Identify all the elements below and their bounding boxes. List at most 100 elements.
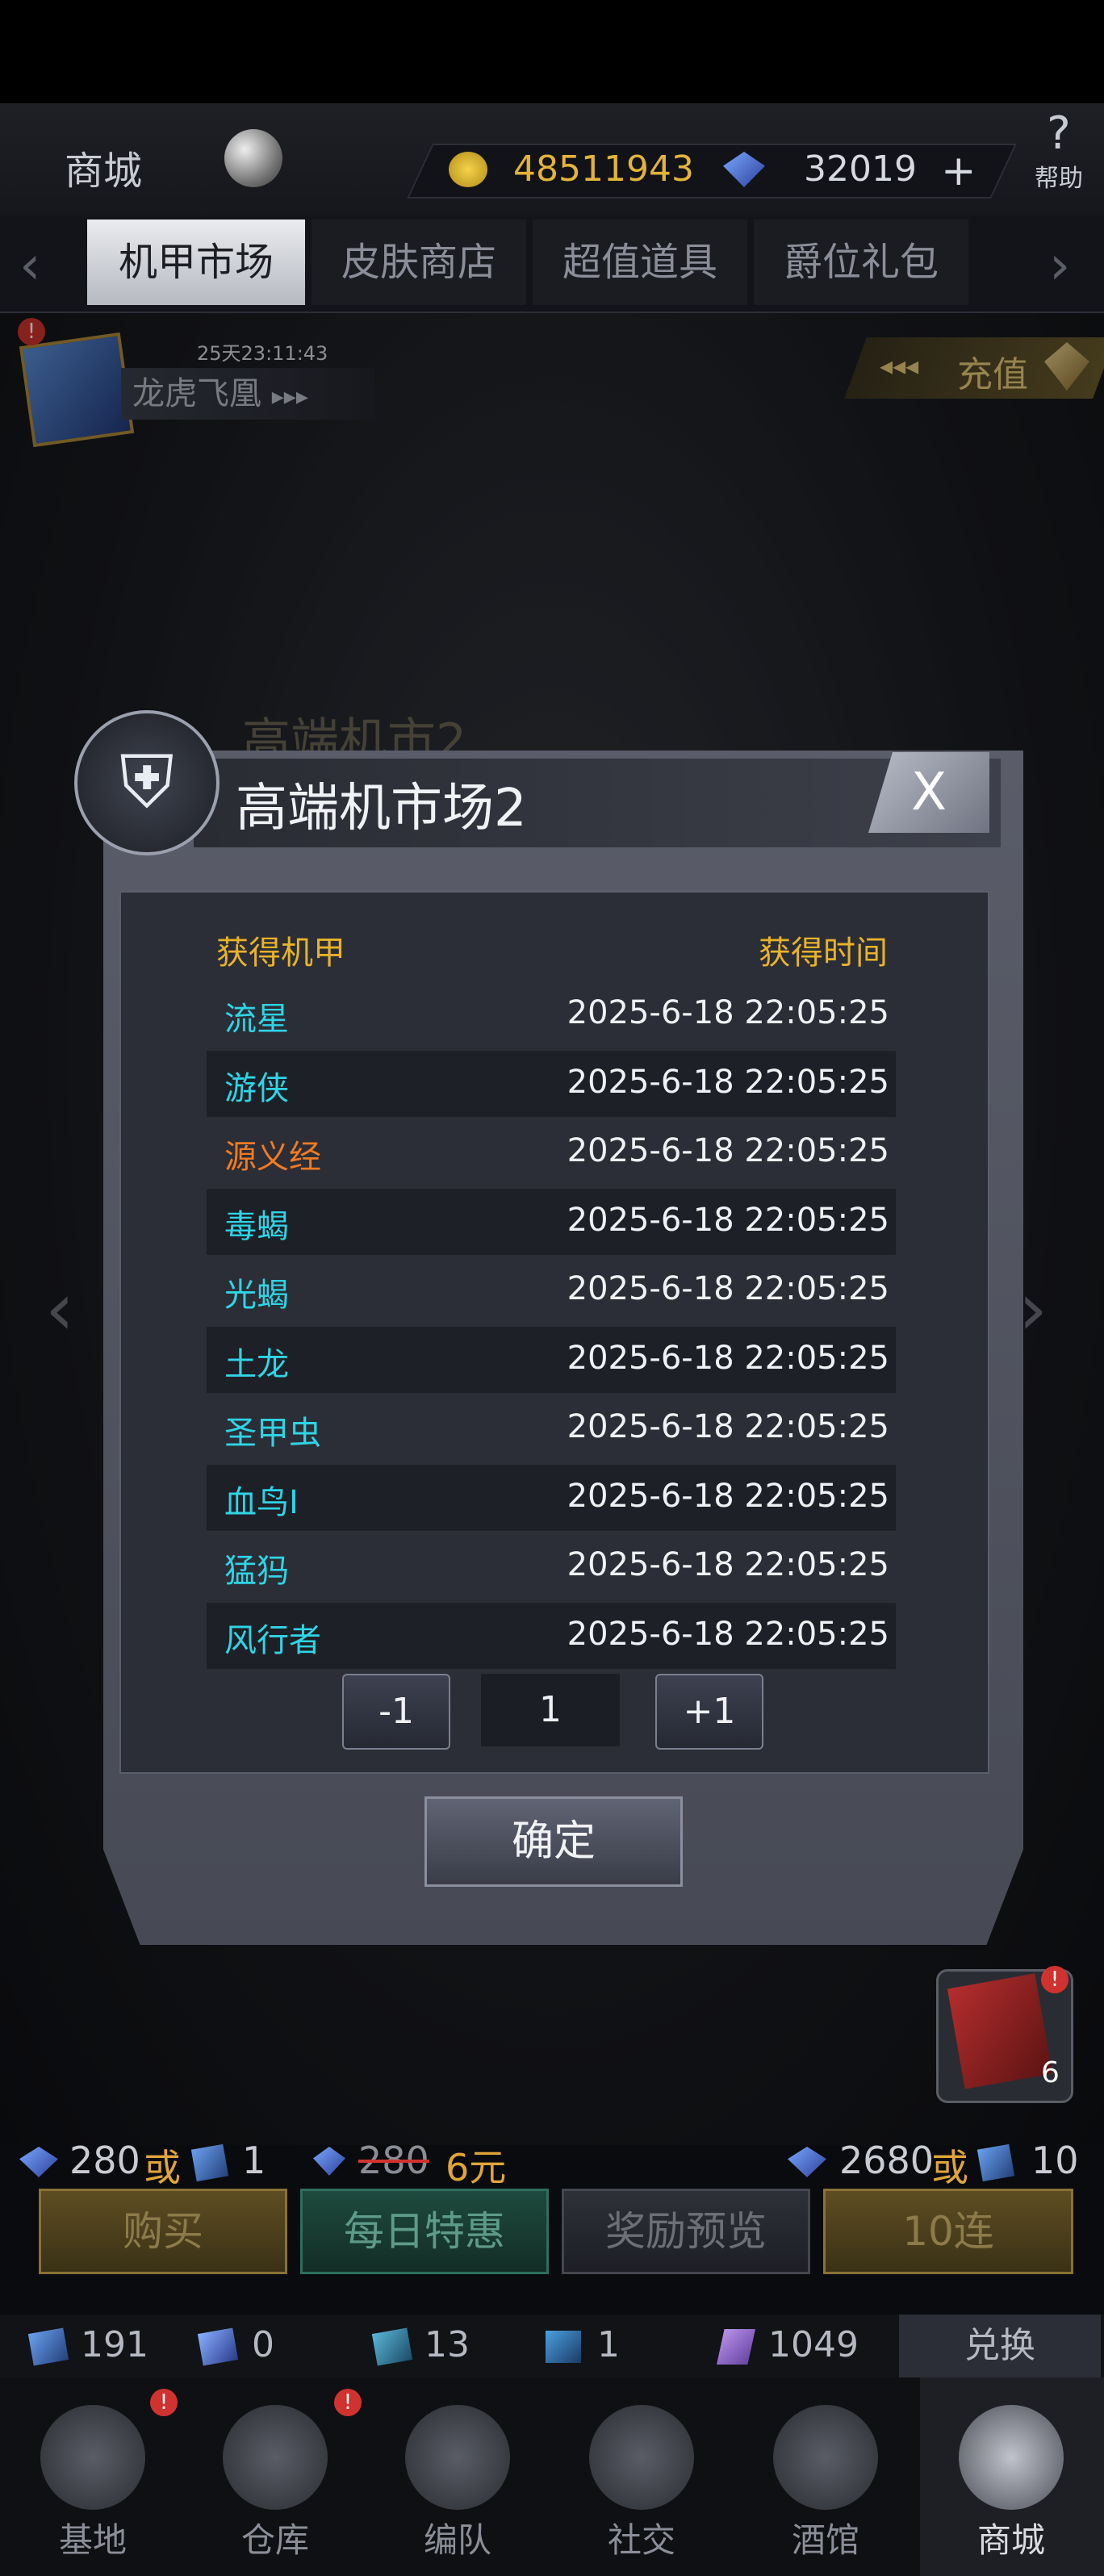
- skin-ticket-icon: [371, 2327, 413, 2366]
- resource-count: 13: [424, 2324, 470, 2365]
- page-prev-button[interactable]: -1: [342, 1674, 450, 1750]
- column-header-mech: 获得机甲: [216, 935, 345, 972]
- column-header-time: 获得时间: [759, 935, 888, 972]
- mech-name: 圣甲虫: [224, 1415, 321, 1452]
- base-star-icon: [40, 2405, 145, 2510]
- confirm-button[interactable]: 确定: [424, 1796, 683, 1887]
- mech-name: 源义经: [224, 1139, 321, 1176]
- tab-mech-market[interactable]: 机甲市场: [87, 220, 305, 305]
- mech-name: 土龙: [224, 1346, 289, 1383]
- ticket-count: 6: [1041, 2056, 1060, 2089]
- help-button[interactable]: ? 帮助: [1018, 110, 1099, 207]
- record-row: 土龙 2025-6-18 22:05:25: [207, 1327, 896, 1393]
- record-row: 血鸟I 2025-6-18 22:05:25: [207, 1465, 896, 1531]
- record-row: 源义经 2025-6-18 22:05:25: [207, 1119, 896, 1186]
- single-price-tickets: 1: [242, 2139, 266, 2182]
- shop-orb-icon: [959, 2405, 1064, 2510]
- ticket-icon: [190, 2143, 229, 2182]
- tavern-icon: [773, 2405, 878, 2510]
- nav-label: 编队: [423, 2520, 491, 2560]
- obtained-time: 2025-6-18 22:05:25: [567, 1064, 889, 1101]
- nav-social[interactable]: 社交: [557, 2405, 726, 2562]
- obtained-time: 2025-6-18 22:05:25: [567, 1546, 889, 1583]
- buy-button[interactable]: 购买: [39, 2189, 287, 2274]
- diamond-amount: 32019: [804, 148, 917, 190]
- exchange-button[interactable]: 兑换: [899, 2315, 1101, 2377]
- alert-badge-icon: !: [150, 2389, 178, 2416]
- globe-icon[interactable]: [224, 129, 282, 187]
- record-row: 风行者 2025-6-18 22:05:25: [207, 1603, 896, 1669]
- nav-label: 仓库: [240, 2520, 309, 2560]
- alert-badge-icon: !: [1041, 1966, 1068, 1993]
- resource-count: 1: [597, 2324, 620, 2365]
- mech-name: 血鸟I: [224, 1484, 299, 1521]
- premium-ticket-icon: [197, 2327, 239, 2366]
- page-next-button[interactable]: +1: [655, 1674, 763, 1750]
- ten-pull-button[interactable]: 10连: [823, 2189, 1073, 2274]
- nav-tavern[interactable]: 酒馆: [741, 2405, 910, 2562]
- old-price: 280: [358, 2139, 429, 2182]
- status-bar: [0, 0, 1104, 103]
- card-ticket-icon: [546, 2331, 581, 2363]
- help-label: 帮助: [1035, 165, 1083, 193]
- obtained-time: 2025-6-18 22:05:25: [567, 1270, 889, 1307]
- obtained-time: 2025-6-18 22:05:25: [567, 1478, 889, 1515]
- mech-name: 风行者: [224, 1622, 321, 1659]
- tab-right-arrow-icon[interactable]: ›: [1049, 234, 1070, 296]
- record-row: 流星 2025-6-18 22:05:25: [207, 981, 896, 1048]
- diamond-icon: [313, 2147, 345, 2176]
- nav-label: 酒馆: [791, 2520, 859, 2560]
- ten-price-diamonds: 2680: [839, 2139, 935, 2182]
- resource-count: 1049: [768, 2324, 859, 2365]
- currency-panel: [407, 144, 1017, 199]
- resource-count: 191: [81, 2324, 148, 2365]
- tab-rank-packs[interactable]: 爵位礼包: [754, 220, 968, 305]
- nav-base[interactable]: 基地: [8, 2405, 178, 2562]
- nav-label: 基地: [58, 2520, 127, 2560]
- mech-name: 流星: [224, 1001, 289, 1038]
- tab-skin-shop[interactable]: 皮肤商店: [312, 220, 526, 305]
- blue-ticket-icon: [27, 2327, 69, 2366]
- add-diamond-button[interactable]: +: [941, 147, 976, 195]
- obtained-time: 2025-6-18 22:05:25: [567, 1408, 889, 1445]
- record-row: 毒蝎 2025-6-18 22:05:25: [207, 1189, 896, 1255]
- resource-count: 0: [252, 2324, 274, 2365]
- diamond-icon: [19, 2147, 58, 2177]
- obtained-time: 2025-6-18 22:05:25: [567, 1616, 889, 1653]
- nav-formation[interactable]: 编队: [373, 2405, 542, 2562]
- single-price-diamonds: 280: [69, 2139, 140, 2182]
- handshake-icon: [589, 2405, 694, 2510]
- or-label: 或: [144, 2146, 181, 2189]
- obtained-time: 2025-6-18 22:05:25: [567, 994, 889, 1031]
- tab-value-items[interactable]: 超值道具: [533, 220, 747, 305]
- or-label: 或: [931, 2146, 968, 2189]
- warehouse-icon: [223, 2405, 328, 2510]
- record-row: 猛犸 2025-6-18 22:05:25: [207, 1533, 896, 1600]
- page-title: 商城: [65, 148, 143, 194]
- mech-helmet-icon: ⛨: [74, 710, 220, 855]
- nav-shop[interactable]: 商城: [926, 2405, 1096, 2562]
- mech-name: 猛犸: [224, 1553, 289, 1590]
- ticket-card-icon: [947, 1973, 1053, 2089]
- mech-name: 光蝎: [224, 1277, 289, 1314]
- daily-deal-button[interactable]: 每日特惠: [300, 2189, 549, 2274]
- nav-label: 社交: [607, 2520, 675, 2560]
- obtained-time: 2025-6-18 22:05:25: [567, 1202, 889, 1239]
- record-row: 圣甲虫 2025-6-18 22:05:25: [207, 1395, 896, 1462]
- ten-price-tickets: 10: [1031, 2139, 1079, 2182]
- helmet-icon: [405, 2405, 510, 2510]
- obtained-time: 2025-6-18 22:05:25: [567, 1340, 889, 1377]
- record-row: 游侠 2025-6-18 22:05:25: [207, 1051, 896, 1117]
- discount-price: 6元: [445, 2146, 507, 2189]
- question-icon: ?: [1047, 107, 1071, 160]
- alert-badge-icon: !: [334, 2389, 362, 2416]
- nav-label: 商城: [976, 2520, 1045, 2560]
- mech-name: 毒蝎: [224, 1208, 289, 1245]
- nav-warehouse[interactable]: 仓库: [190, 2405, 360, 2562]
- tab-left-arrow-icon[interactable]: ‹: [19, 234, 40, 296]
- ticket-icon: [976, 2143, 1015, 2182]
- dialog-title: 高端机市场2: [236, 779, 527, 838]
- gold-coin-icon: [449, 152, 487, 187]
- record-row: 光蝎 2025-6-18 22:05:25: [207, 1257, 896, 1324]
- reward-preview-button[interactable]: 奖励预览: [562, 2189, 810, 2274]
